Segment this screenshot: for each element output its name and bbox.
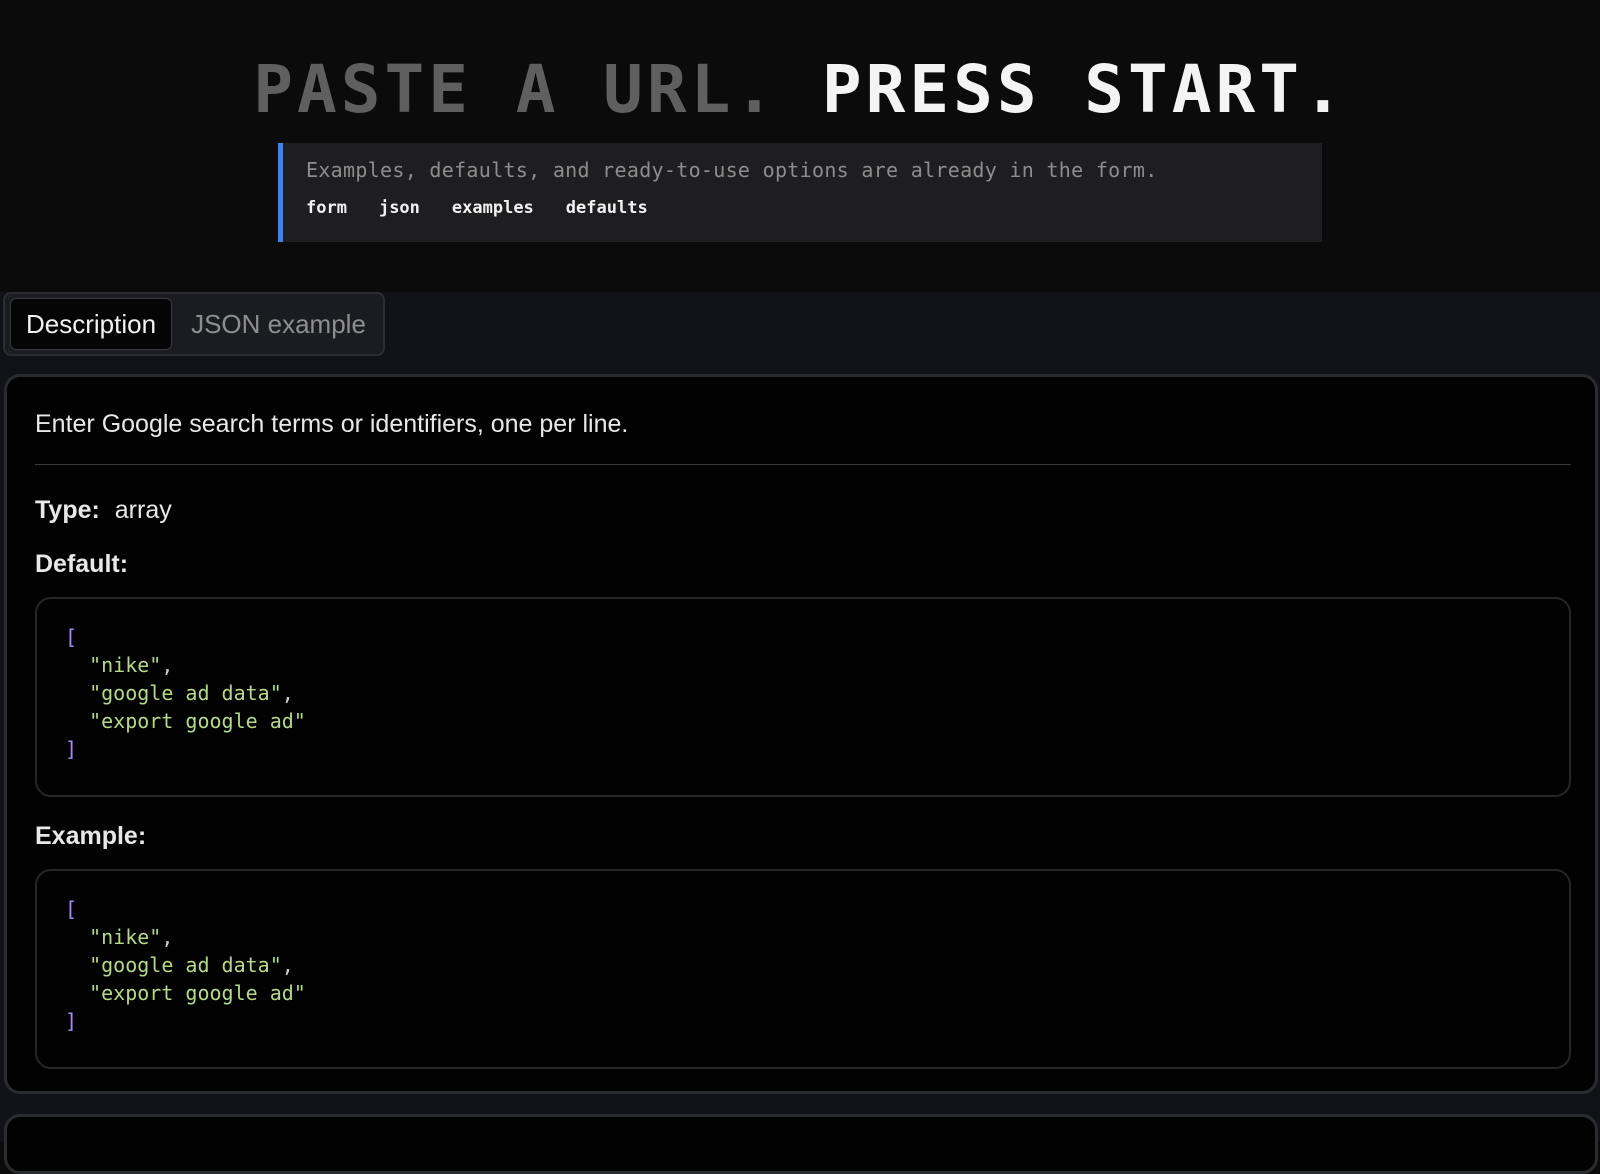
link-defaults[interactable]: defaults (566, 198, 648, 218)
link-form[interactable]: form (306, 198, 347, 218)
link-examples[interactable]: examples (452, 198, 534, 218)
example-row: Example: (35, 819, 1567, 853)
example-code-block[interactable]: [ "nike", "google ad data", "export goog… (35, 869, 1571, 1069)
code-open-bracket: [ (65, 625, 78, 649)
type-row: Type: array (35, 493, 1567, 527)
code-string: "google ad data" (89, 953, 282, 977)
hero-title-part2: PRESS START. (821, 51, 1347, 128)
example-label: Example: (35, 822, 147, 850)
tab-bar: Description JSON example (3, 292, 385, 356)
code-line: "nike", (89, 925, 174, 949)
code-string: "export google ad" (89, 981, 306, 1005)
input-docs-section: Description JSON example Enter Google se… (0, 292, 1600, 1174)
tab-json-example[interactable]: JSON example (176, 298, 381, 350)
code-close-bracket: ] (65, 1009, 78, 1033)
hero-title-part1: PASTE A URL. (253, 51, 779, 128)
next-panel (4, 1114, 1598, 1174)
divider (35, 464, 1571, 465)
code-open-bracket: [ (65, 897, 78, 921)
code-string: "nike" (89, 925, 162, 949)
code-line: "nike", (89, 653, 174, 677)
code-string: "nike" (89, 653, 162, 677)
code-line: "export google ad" (65, 707, 1569, 735)
link-json[interactable]: json (379, 198, 420, 218)
default-label: Default: (35, 550, 129, 578)
code-string: "export google ad" (89, 709, 306, 733)
code-line: "google ad data", (89, 681, 294, 705)
hero-section: PASTE A URL. PRESS START. Examples, defa… (0, 0, 1600, 292)
default-code-block[interactable]: [ "nike", "google ad data", "export goog… (35, 597, 1571, 797)
description-panel: Enter Google search terms or identifiers… (4, 374, 1598, 1094)
code-string: "google ad data" (89, 681, 282, 705)
code-close-bracket: ] (65, 737, 78, 761)
hero-title: PASTE A URL. PRESS START. (0, 50, 1600, 130)
callout-links: form json examples defaults (306, 198, 1322, 218)
type-value: array (114, 496, 172, 524)
default-row: Default: (35, 547, 1567, 581)
code-line: "google ad data", (89, 953, 294, 977)
tab-description[interactable]: Description (10, 298, 173, 350)
callout-text: Examples, defaults, and ready-to-use opt… (306, 158, 1158, 182)
field-description: Enter Google search terms or identifiers… (35, 410, 629, 438)
info-callout: Examples, defaults, and ready-to-use opt… (278, 143, 1322, 242)
type-label: Type: (35, 496, 100, 524)
code-line: "export google ad" (65, 979, 1569, 1007)
